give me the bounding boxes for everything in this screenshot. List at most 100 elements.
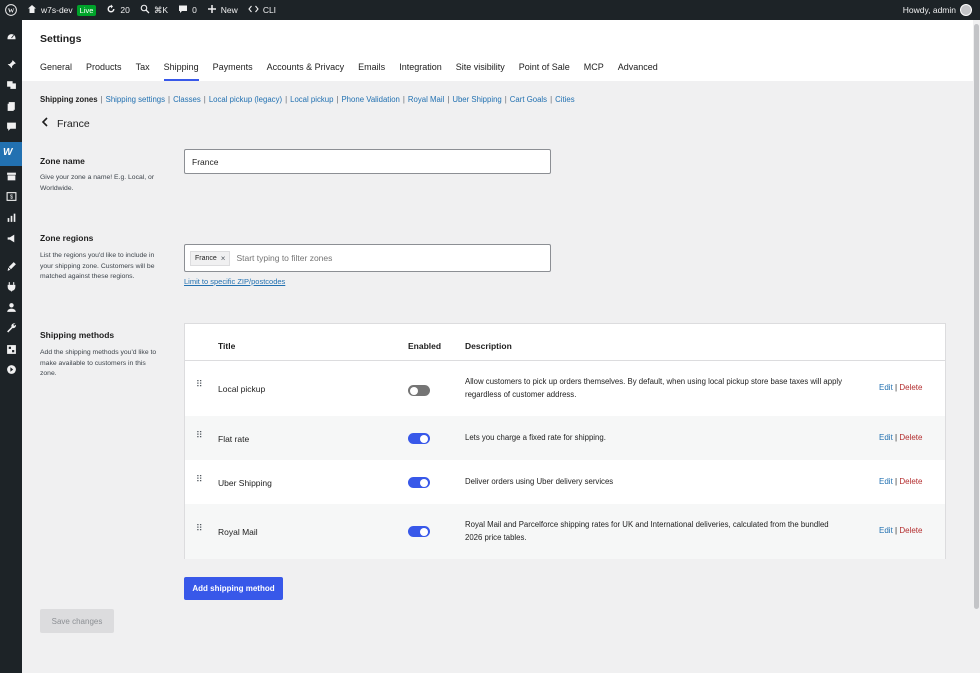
edit-link[interactable]: Edit bbox=[879, 477, 893, 486]
subnav-local-pickup[interactable]: Local pickup bbox=[290, 95, 333, 104]
search-link[interactable]: ⌘K bbox=[135, 0, 173, 20]
howdy-text: Howdy, admin bbox=[902, 5, 956, 15]
cli-link[interactable]: CLI bbox=[243, 0, 281, 20]
tab-site-visibility[interactable]: Site visibility bbox=[456, 62, 505, 81]
remove-region-icon[interactable]: × bbox=[221, 254, 226, 263]
delete-link[interactable]: Delete bbox=[899, 526, 922, 535]
row-actions: Edit | Delete bbox=[879, 477, 923, 486]
tab-point-of-sale[interactable]: Point of Sale bbox=[519, 62, 570, 81]
cli-label: CLI bbox=[262, 5, 277, 15]
tab-emails[interactable]: Emails bbox=[358, 62, 385, 81]
comments-icon[interactable] bbox=[5, 120, 17, 132]
page-title: Settings bbox=[40, 33, 82, 45]
edit-link[interactable]: Edit bbox=[879, 526, 893, 535]
method-description: Royal Mail and Parcelforce shipping rate… bbox=[465, 520, 829, 542]
subnav-shipping-zones[interactable]: Shipping zones bbox=[40, 95, 98, 104]
subnav-local-pickup-legacy[interactable]: Local pickup (legacy) bbox=[209, 95, 282, 104]
limit-postcodes-link[interactable]: Limit to specific ZIP/postcodes bbox=[184, 277, 285, 286]
home-icon bbox=[27, 4, 37, 16]
zone-name-field[interactable]: France bbox=[184, 149, 551, 174]
row-actions: Edit | Delete bbox=[879, 433, 923, 442]
tab-payments[interactable]: Payments bbox=[213, 62, 253, 81]
subnav-phone-validation[interactable]: Phone Validation bbox=[341, 95, 399, 104]
pages-icon[interactable] bbox=[5, 100, 17, 112]
tab-integration[interactable]: Integration bbox=[399, 62, 442, 81]
new-label: New bbox=[220, 5, 238, 15]
drag-handle-icon[interactable]: ⠿ bbox=[196, 380, 204, 389]
users-icon[interactable] bbox=[5, 301, 17, 313]
site-name: w7s-dev bbox=[41, 5, 73, 15]
products-icon[interactable] bbox=[5, 170, 17, 182]
shipping-methods-desc: Add the shipping methods you'd like to m… bbox=[40, 349, 157, 377]
new-content-link[interactable]: New bbox=[202, 0, 243, 20]
edit-link[interactable]: Edit bbox=[879, 383, 893, 392]
drag-handle-icon[interactable]: ⠿ bbox=[196, 475, 204, 484]
marketing-icon[interactable] bbox=[5, 232, 17, 244]
subnav-cart-goals[interactable]: Cart Goals bbox=[510, 95, 547, 104]
wordpress-icon[interactable]: W bbox=[0, 0, 22, 20]
drag-handle-icon[interactable]: ⠿ bbox=[196, 431, 204, 440]
enabled-toggle[interactable] bbox=[408, 385, 430, 396]
site-name-link[interactable]: w7s-dev Live bbox=[22, 0, 101, 20]
svg-text:$: $ bbox=[9, 194, 12, 200]
updates-count: 20 bbox=[120, 5, 130, 15]
table-row: ⠿ Royal Mail Royal Mail and Parcelforce … bbox=[185, 504, 945, 559]
subnav-classes[interactable]: Classes bbox=[173, 95, 201, 104]
woocommerce-icon: W bbox=[3, 147, 13, 158]
shipping-subnav: Shipping zones | Shipping settings | Classes… bbox=[40, 95, 575, 104]
tab-shipping[interactable]: Shipping bbox=[163, 62, 199, 81]
save-changes-button[interactable]: Save changes bbox=[40, 609, 114, 633]
edit-link[interactable]: Edit bbox=[879, 433, 893, 442]
zone-regions-desc: List the regions you'd like to include i… bbox=[40, 252, 155, 280]
payments-icon[interactable]: $ bbox=[5, 190, 17, 202]
region-chip: France × bbox=[190, 250, 231, 266]
subnav-cities[interactable]: Cities bbox=[555, 95, 575, 104]
search-shortcut: ⌘K bbox=[153, 4, 169, 15]
tab-advanced[interactable]: Advanced bbox=[618, 62, 658, 81]
delete-link[interactable]: Delete bbox=[899, 433, 922, 442]
subnav-uber-shipping[interactable]: Uber Shipping bbox=[452, 95, 501, 104]
row-actions: Edit | Delete bbox=[879, 526, 923, 535]
subnav-shipping-settings[interactable]: Shipping settings bbox=[106, 95, 165, 104]
svg-text:W: W bbox=[8, 7, 15, 14]
region-chip-label: France bbox=[195, 254, 217, 262]
enabled-toggle[interactable] bbox=[408, 477, 430, 488]
appearance-icon[interactable] bbox=[5, 260, 17, 272]
table-row: ⠿ Uber Shipping Deliver orders using Ube… bbox=[185, 460, 945, 504]
scrollbar-thumb[interactable] bbox=[974, 24, 979, 609]
search-icon bbox=[140, 4, 150, 16]
regions-placeholder: Start typing to filter zones bbox=[236, 253, 333, 263]
comments-count: 0 bbox=[192, 5, 197, 15]
delete-link[interactable]: Delete bbox=[899, 477, 922, 486]
media-icon[interactable] bbox=[5, 78, 17, 90]
delete-link[interactable]: Delete bbox=[899, 383, 922, 392]
woocommerce-menu-item[interactable]: W bbox=[0, 142, 26, 166]
tab-accounts-privacy[interactable]: Accounts & Privacy bbox=[267, 62, 345, 81]
drag-handle-icon[interactable]: ⠿ bbox=[196, 524, 204, 533]
settings-tabs: General Products Tax Shipping Payments A… bbox=[40, 62, 672, 81]
account-menu[interactable]: Howdy, admin bbox=[898, 0, 980, 20]
settings-header: Settings General Products Tax Shipping P… bbox=[22, 20, 973, 81]
settings-icon[interactable] bbox=[5, 343, 17, 355]
col-title: Title bbox=[218, 341, 236, 351]
subnav-royal-mail[interactable]: Royal Mail bbox=[408, 95, 444, 104]
enabled-toggle[interactable] bbox=[408, 526, 430, 537]
analytics-icon[interactable] bbox=[5, 211, 17, 223]
tab-tax[interactable]: Tax bbox=[136, 62, 150, 81]
back-to-zones[interactable]: France bbox=[41, 117, 90, 130]
enabled-toggle[interactable] bbox=[408, 433, 430, 444]
plugins-icon[interactable] bbox=[5, 280, 17, 292]
tools-icon[interactable] bbox=[5, 321, 17, 333]
method-description: Allow customers to pick up orders themse… bbox=[465, 377, 843, 399]
tab-general[interactable]: General bbox=[40, 62, 72, 81]
comments-link[interactable]: 0 bbox=[173, 0, 202, 20]
tab-products[interactable]: Products bbox=[86, 62, 122, 81]
pin-icon[interactable] bbox=[5, 58, 17, 70]
zone-regions-field[interactable]: France × Start typing to filter zones bbox=[184, 244, 551, 272]
table-header: Title Enabled Description bbox=[185, 324, 945, 361]
dashboard-icon[interactable] bbox=[5, 31, 17, 43]
add-shipping-method-button[interactable]: Add shipping method bbox=[184, 577, 283, 600]
tab-mcp[interactable]: MCP bbox=[584, 62, 604, 81]
updates-link[interactable]: 20 bbox=[101, 0, 134, 20]
collapse-icon[interactable] bbox=[5, 363, 17, 375]
